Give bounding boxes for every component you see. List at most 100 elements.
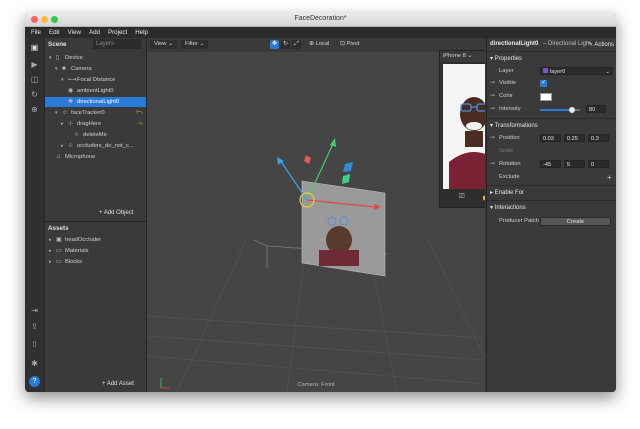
- chevron-down-icon: ⌄: [605, 69, 610, 75]
- layer-label: Layer: [499, 68, 514, 74]
- exclude-label: Exclude: [499, 174, 520, 180]
- assets-panel: Assets ▸ ▣ headOccluder ▸ ▭ Materials ▸ ▭ Blocks…: [45, 222, 147, 392]
- intensity-slider-knob[interactable]: [569, 107, 575, 113]
- rotation-z-field[interactable]: 0: [588, 160, 609, 168]
- plane-handle-blue[interactable]: [343, 162, 353, 172]
- properties-title: directionalLight0: [490, 41, 539, 47]
- layer-color-icon: [543, 68, 548, 73]
- plane-handle-green[interactable]: [342, 174, 350, 184]
- item-type-icon: ⊹: [68, 143, 74, 149]
- scene-item[interactable]: ▸ ⊹ occluders_do_not_c...: [45, 141, 146, 151]
- layer-select[interactable]: layer0 ⌄: [540, 67, 613, 75]
- color-swatch[interactable]: [540, 93, 552, 101]
- scene-item[interactable]: ▾ ⟷ Focal Distance: [45, 75, 146, 85]
- position-y-field[interactable]: 0.25: [564, 134, 585, 142]
- position-x-field[interactable]: 0.03: [540, 134, 561, 142]
- keyframe-icon[interactable]: ⇾: [490, 106, 495, 112]
- scene-item[interactable]: ✺ directionalLight0: [45, 97, 146, 107]
- keyframe-icon[interactable]: ⇾: [490, 161, 495, 167]
- rotation-x-field[interactable]: -45: [540, 160, 561, 168]
- device-select[interactable]: iPhone 8 ⌄: [443, 53, 472, 59]
- scene-item[interactable]: ▾ ☺ faceTracker0 ⊢›: [45, 108, 146, 118]
- chevron-icon[interactable]: ▸: [49, 257, 52, 267]
- chevron-icon[interactable]: ▸: [49, 246, 52, 256]
- scene-item-label: Device: [65, 55, 83, 61]
- scene-title: Scene: [48, 41, 67, 48]
- actions-button[interactable]: ✎ Actions: [588, 41, 614, 48]
- section-interactions[interactable]: ▾ Interactions: [490, 204, 526, 211]
- intensity-field[interactable]: 80: [586, 105, 606, 113]
- folder-icon: ▭: [56, 248, 62, 254]
- position-label: Position: [499, 135, 520, 141]
- menu-edit[interactable]: Edit: [49, 29, 60, 36]
- scene-item-label: occluders_do_not_c...: [77, 143, 134, 149]
- asset-item[interactable]: ▸ ▭ Blocks: [45, 257, 146, 267]
- chevron-icon[interactable]: ▸: [61, 119, 64, 129]
- asset-item[interactable]: ▸ ▣ headOccluder: [45, 235, 146, 245]
- add-asset-button[interactable]: + Add Asset: [102, 381, 134, 387]
- keyframe-icon[interactable]: ⇾: [490, 80, 495, 86]
- position-z-field[interactable]: 0.3: [588, 134, 609, 142]
- scene-item-label: Microphone: [65, 154, 96, 160]
- folder-icon: ▣: [56, 237, 62, 243]
- divider: [487, 51, 616, 52]
- y-axis-arrow: [330, 138, 336, 147]
- simulator-panel: iPhone 8 ⌄ ≡ ⎚: [439, 50, 485, 208]
- bug-icon[interactable]: ✱: [29, 358, 40, 369]
- add-object-button[interactable]: + Add Object: [99, 210, 134, 216]
- section-enable-for[interactable]: ▸ Enable For: [490, 189, 524, 196]
- refresh-icon[interactable]: ↻: [29, 89, 40, 100]
- camera-label: Camera: Front: [297, 382, 335, 388]
- menu-help[interactable]: Help: [135, 29, 148, 36]
- layers-tab[interactable]: Layers: [93, 39, 141, 49]
- upload-icon[interactable]: ⇧: [29, 339, 40, 350]
- video-icon[interactable]: ▶: [29, 59, 40, 70]
- scene-item[interactable]: ♫ Microphone: [45, 152, 146, 162]
- chevron-icon[interactable]: ▸: [61, 141, 64, 151]
- chevron-icon[interactable]: ▾: [61, 75, 64, 85]
- actions-label: Actions: [594, 42, 614, 48]
- scene-item[interactable]: ◉ ambientLight0: [45, 86, 146, 96]
- intensity-slider[interactable]: [540, 107, 580, 113]
- export-icon[interactable]: ⇪: [29, 321, 40, 332]
- menu-project[interactable]: Project: [108, 29, 127, 36]
- scene-icon[interactable]: ▣: [29, 42, 40, 53]
- visible-checkbox[interactable]: ✓: [540, 80, 547, 87]
- menu-add[interactable]: Add: [89, 29, 100, 36]
- scene-item[interactable]: ▾ ■ Camera: [45, 64, 146, 74]
- item-type-icon: ☺: [62, 110, 69, 116]
- section-transformations[interactable]: ▾ Transformations: [490, 122, 538, 129]
- touch-icon[interactable]: ☝: [481, 193, 485, 201]
- simulator-preview[interactable]: [443, 64, 485, 189]
- scene-item-label: faceTracker0: [71, 110, 105, 116]
- scene-item[interactable]: ▾ ▯ Device: [45, 53, 146, 63]
- create-patch-button[interactable]: Create: [540, 217, 611, 226]
- item-type-icon: ◉: [68, 88, 74, 94]
- keyframe-icon[interactable]: ⇾: [490, 135, 495, 141]
- chevron-icon[interactable]: ▾: [55, 64, 58, 74]
- scene-item[interactable]: ⊹ deleteMe: [45, 130, 146, 140]
- chevron-icon[interactable]: ▸: [49, 235, 52, 245]
- item-type-icon: ♫: [56, 154, 61, 160]
- layout-icon[interactable]: ◫: [29, 74, 40, 85]
- section-properties[interactable]: ▾ Properties: [490, 55, 522, 62]
- keyframe-icon[interactable]: ⇾: [490, 93, 495, 99]
- item-badge: ⊢›: [136, 110, 143, 116]
- help-icon[interactable]: ?: [29, 376, 40, 387]
- plane-handle-red[interactable]: [304, 155, 311, 164]
- chevron-icon[interactable]: ▾: [49, 53, 52, 63]
- scene-item[interactable]: ▸ ⊹ dragHere ⊣›: [45, 119, 146, 129]
- scene-item-label: directionalLight0: [77, 99, 120, 105]
- rotate-device-icon[interactable]: ⎚: [459, 193, 465, 201]
- zoom-icon[interactable]: ⊕: [29, 104, 40, 115]
- window-title: FaceDecoration*: [294, 15, 347, 22]
- menu-file[interactable]: File: [31, 29, 41, 36]
- divider: [487, 185, 616, 186]
- viewport[interactable]: View ⌄ Filter ⌄ ✥ ↻ ⤢ ⊕ Local ⊡ Pivot Ca…: [147, 38, 485, 392]
- import-icon[interactable]: ⇥: [29, 305, 40, 316]
- menu-view[interactable]: View: [68, 29, 81, 36]
- exclude-add-button[interactable]: +: [607, 173, 612, 182]
- rotation-y-field[interactable]: 5: [564, 160, 585, 168]
- asset-item[interactable]: ▸ ▭ Materials: [45, 246, 146, 256]
- chevron-icon[interactable]: ▾: [55, 108, 58, 118]
